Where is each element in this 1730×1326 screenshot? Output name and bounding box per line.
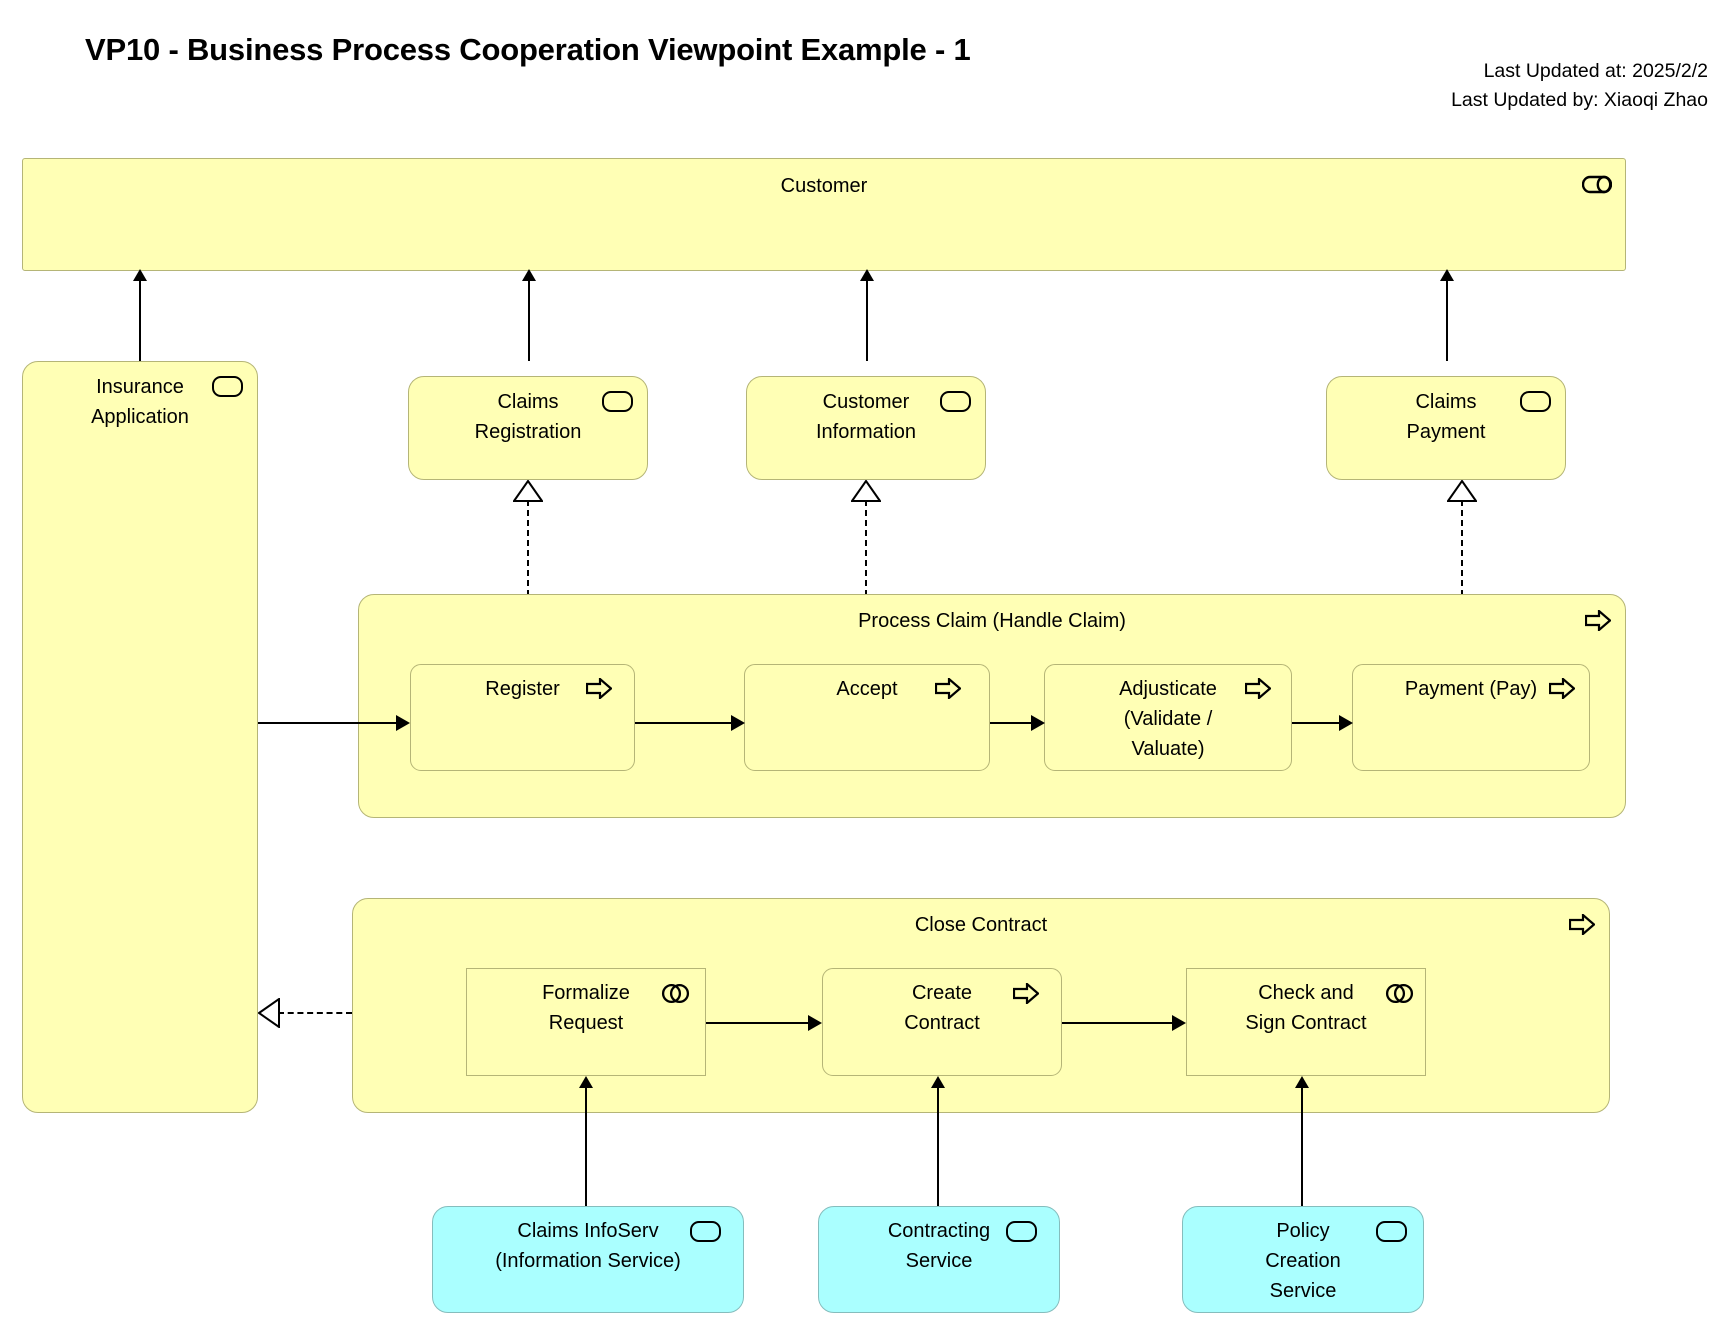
connector-claims-registration-to-customer	[528, 271, 530, 361]
business-role-icon	[1581, 175, 1613, 194]
arrowhead-insurance-application-to-register	[396, 715, 410, 731]
node-policy-creation-service[interactable]: Policy Creation Service	[1182, 1206, 1424, 1313]
arrowhead-create-contract-to-check-and-sign	[1172, 1015, 1186, 1031]
node-check-and-sign-contract-label: Check and Sign Contract	[1245, 982, 1367, 1034]
realization-triangle-customer-information	[851, 480, 881, 502]
connector-formalize-request-to-create-contract	[706, 1022, 808, 1024]
node-claims-infoserv[interactable]: Claims InfoServ (Information Service)	[432, 1206, 744, 1313]
node-adjusticate-label: Adjusticate (Validate / Valuate)	[1119, 678, 1217, 760]
node-customer[interactable]: Customer	[22, 158, 1626, 271]
node-formalize-request-label: Formalize Request	[542, 982, 630, 1034]
diagram-canvas: VP10 - Business Process Cooperation View…	[0, 0, 1730, 1326]
application-service-icon	[1376, 1221, 1407, 1242]
connector-create-contract-to-check-and-sign	[1062, 1022, 1172, 1024]
node-create-contract-label: Create Contract	[904, 982, 980, 1034]
realization-triangle-insurance-application	[258, 998, 280, 1028]
node-create-contract[interactable]: Create Contract	[822, 968, 1062, 1076]
arrowhead-insurance-application-to-customer	[133, 269, 147, 281]
node-contracting-service-label: Contracting Service	[887, 1220, 991, 1272]
realization-triangle-claims-payment	[1447, 480, 1477, 502]
node-customer-information-label: Customer Information	[815, 391, 917, 443]
connector-accept-to-adjusticate	[990, 722, 1031, 724]
connector-contracting-service-to-create-contract	[937, 1078, 939, 1206]
node-insurance-application-label: Insurance Application	[91, 376, 189, 428]
business-service-icon	[940, 391, 971, 412]
arrowhead-register-to-accept	[731, 715, 745, 731]
container-process-claim-title: Process Claim (Handle Claim)	[858, 610, 1126, 632]
node-register[interactable]: Register	[410, 664, 635, 771]
page-title: VP10 - Business Process Cooperation View…	[85, 32, 971, 67]
node-payment-pay[interactable]: Payment (Pay)	[1352, 664, 1590, 771]
node-claims-payment[interactable]: Claims Payment	[1326, 376, 1566, 480]
node-check-and-sign-contract[interactable]: Check and Sign Contract	[1186, 968, 1426, 1076]
connector-register-to-accept	[635, 722, 731, 724]
node-payment-pay-label: Payment (Pay)	[1404, 678, 1538, 700]
business-interaction-icon	[1385, 983, 1414, 1004]
business-interaction-icon	[661, 983, 690, 1004]
connector-policy-creation-service-to-check-and-sign	[1301, 1078, 1303, 1206]
connector-close-contract-to-insurance-application	[278, 1012, 352, 1014]
arrowhead-policy-creation-service-to-check-and-sign	[1295, 1076, 1309, 1088]
node-claims-registration-label: Claims Registration	[474, 391, 582, 443]
arrowhead-claims-infoserv-to-formalize-request	[579, 1076, 593, 1088]
business-process-icon	[585, 676, 613, 701]
realization-triangle-claims-registration	[513, 480, 543, 502]
last-updated-at: Last Updated at: 2025/2/2	[1483, 60, 1708, 82]
node-formalize-request[interactable]: Formalize Request	[466, 968, 706, 1076]
arrowhead-accept-to-adjusticate	[1031, 715, 1045, 731]
node-contracting-service[interactable]: Contracting Service	[818, 1206, 1060, 1313]
node-adjusticate[interactable]: Adjusticate (Validate / Valuate)	[1044, 664, 1292, 771]
node-customer-information[interactable]: Customer Information	[746, 376, 986, 480]
last-updated-by: Last Updated by: Xiaoqi Zhao	[1451, 89, 1708, 111]
business-process-icon	[1012, 981, 1040, 1006]
connector-claims-infoserv-to-formalize-request	[585, 1078, 587, 1206]
container-close-contract-title: Close Contract	[914, 914, 1048, 936]
arrowhead-claims-payment-to-customer	[1440, 269, 1454, 281]
connector-customer-information-to-customer	[866, 271, 868, 361]
business-process-icon	[1548, 676, 1576, 701]
arrowhead-adjusticate-to-payment	[1339, 715, 1353, 731]
node-register-label: Register	[485, 678, 560, 700]
node-customer-label: Customer	[780, 175, 868, 197]
node-claims-infoserv-label: Claims InfoServ (Information Service)	[495, 1220, 681, 1272]
connector-insurance-application-to-customer	[139, 271, 141, 361]
connector-adjusticate-to-payment	[1292, 722, 1339, 724]
arrowhead-customer-information-to-customer	[860, 269, 874, 281]
application-service-icon	[690, 1221, 721, 1242]
arrowhead-claims-registration-to-customer	[522, 269, 536, 281]
node-claims-registration[interactable]: Claims Registration	[408, 376, 648, 480]
business-service-icon	[212, 376, 243, 397]
arrowhead-formalize-request-to-create-contract	[808, 1015, 822, 1031]
business-process-icon	[1244, 676, 1272, 701]
connector-insurance-application-to-register	[258, 722, 396, 724]
arrowhead-contracting-service-to-create-contract	[931, 1076, 945, 1088]
business-service-icon	[1520, 391, 1551, 412]
connector-claims-payment-to-customer	[1446, 271, 1448, 361]
node-accept[interactable]: Accept	[744, 664, 990, 771]
node-accept-label: Accept	[836, 678, 898, 700]
node-claims-payment-label: Claims Payment	[1406, 391, 1486, 443]
node-insurance-application[interactable]: Insurance Application	[22, 361, 258, 1113]
node-policy-creation-service-label: Policy Creation Service	[1265, 1220, 1341, 1302]
business-service-icon	[602, 391, 633, 412]
business-process-icon	[934, 676, 962, 701]
application-service-icon	[1006, 1221, 1037, 1242]
